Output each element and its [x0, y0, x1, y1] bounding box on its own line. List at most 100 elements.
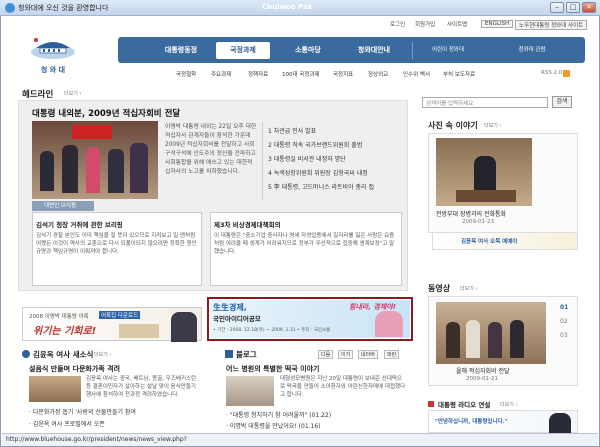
ad-title: 生生경제,: [213, 303, 247, 312]
blog-tab-daum[interactable]: 다음: [318, 350, 334, 359]
photo-story-date: 2009-01-23: [462, 219, 494, 225]
kim-news-list-item[interactable]: · 김윤옥 여사 프로필에서 오픈: [29, 419, 105, 428]
blog-list-item[interactable]: · 이명박 대통령을 만났어요! (01.16): [226, 421, 321, 430]
subnav-item[interactable]: 100대 국정과제: [282, 70, 320, 78]
search-button[interactable]: 검색: [552, 96, 572, 108]
english-button[interactable]: ENGLISH: [481, 20, 514, 28]
video-thumbnail[interactable]: [436, 302, 546, 364]
headline-main-title[interactable]: 대통령 내외분, 2009년 적십자회비 전달: [32, 107, 180, 119]
kim-news-photo[interactable]: [29, 376, 81, 402]
blog-list-item[interactable]: · "대통령 청치하기 참 어려울까" (01.22): [226, 410, 331, 419]
briefing-tab-label: 대변인 브리핑: [44, 203, 77, 209]
president-portrait: [171, 312, 197, 342]
headline-main-text: 이명박 대통령 내외는 22일 오후 대한적십자사 관계자들이 참석한 가운데 …: [165, 124, 257, 175]
minimize-button[interactable]: –: [550, 2, 564, 13]
ad-person-image: [375, 311, 403, 337]
quotes-download-tag: 어록집 다운로드: [99, 311, 141, 319]
subnav-item[interactable]: 부처 보도자료: [443, 70, 475, 78]
search-input[interactable]: 검색어를 입력하세요: [422, 97, 548, 108]
radio-banner[interactable]: "안녕하십니까, 대통령입니다.": [428, 410, 578, 434]
photo-story-title: 사진 속 이야기: [428, 121, 478, 130]
headline-list-item[interactable]: 2 대통령 직속 국가브랜드위원회 출범: [268, 140, 362, 149]
blog-head[interactable]: 어느 병원의 특별한 떡국 이야기: [226, 364, 319, 374]
briefing-tab[interactable]: 대변인 브리핑: [32, 201, 94, 211]
photo-story-image[interactable]: [436, 138, 532, 206]
nav-communication[interactable]: 소통마당: [280, 42, 336, 59]
nav-tour[interactable]: 청와대 관람: [504, 42, 560, 59]
blog-photo[interactable]: [226, 376, 274, 406]
window-titlebar: 청와대에 오신 것을 환영합니다 Chulwoo Pak – □ ✕: [0, 0, 600, 16]
headline-divider: [262, 122, 263, 200]
subnav-item[interactable]: 주요과제: [211, 70, 231, 78]
headline-list-item[interactable]: 3 대통령실 비서관 내정자 명단: [268, 154, 346, 163]
video-date: 2009-01-21: [466, 376, 498, 382]
rss-label[interactable]: RSS 2.0: [541, 70, 562, 76]
browser-status-bar: http://www.bluehouse.go.kr/president/new…: [2, 433, 598, 446]
quotes-banner[interactable]: 2008 이명박 대통령 어록 어록집 다운로드 위기는 기회로!: [22, 307, 202, 342]
brief-left-title[interactable]: 김석기 청장 거취에 관한 브리핑: [36, 219, 123, 229]
radio-title: 대통령 라디오 연설: [438, 401, 491, 409]
kim-news-text: 김윤옥 여사는 중국, 베트남, 몽골, 우즈베키스탄 등 결혼이민자가 살아하…: [86, 376, 197, 398]
nav-president-activities[interactable]: 대통령동정: [150, 42, 212, 59]
blog-title: 블로그: [236, 350, 257, 359]
maximize-button[interactable]: □: [566, 2, 580, 13]
subnav-item[interactable]: 정상외교: [368, 70, 388, 78]
subnav-item[interactable]: 정책자료: [248, 70, 268, 78]
nav-divider: [412, 42, 413, 59]
nav-kids[interactable]: 어린이 청와대: [420, 42, 476, 59]
photo-story-more-link[interactable]: 더보기 ›: [484, 122, 501, 129]
video-page-3[interactable]: 03: [560, 332, 568, 339]
quotes-slogan: 위기는 기회로!: [33, 326, 97, 337]
radio-more-link[interactable]: 더보기 ›: [500, 401, 517, 408]
kim-mini-banner-text: 김윤옥 여사 오목 예예이: [461, 239, 518, 245]
window-center-label: Chulwoo Pak: [262, 3, 313, 11]
video-page-2[interactable]: 02: [560, 318, 568, 325]
ad-period: • 기간 : 2008. 12.18(목) ~ 2009. 1.31 • 주최 …: [213, 328, 331, 333]
close-button[interactable]: ✕: [582, 2, 596, 13]
headline-list-item[interactable]: 5 李 대통령, 고드머니스 라트비아 총리 접: [268, 182, 374, 191]
kim-news-more-link[interactable]: 더보기 ›: [94, 351, 111, 358]
quotes-banner-year: 2008 이명박 대통령 어록: [29, 314, 89, 320]
subnav-item[interactable]: 인수위 백서: [403, 70, 430, 78]
kim-mini-banner[interactable]: 김윤옥 여사 오목 예예이: [432, 232, 578, 250]
status-url: http://www.bluehouse.go.kr/president/new…: [6, 436, 187, 443]
video-more-link[interactable]: 더보기 ›: [460, 285, 477, 292]
blog-tab-naver[interactable]: 네이버: [358, 350, 378, 359]
blog-tab-egloos[interactable]: 이거: [338, 350, 354, 359]
video-title: 동영상: [428, 284, 451, 293]
login-link[interactable]: 로그인: [390, 20, 405, 28]
kim-news-bullet-icon: [22, 350, 30, 358]
kim-news-head[interactable]: 설음식 만들며 다문화가족 격려: [29, 364, 120, 374]
kim-news-list-item[interactable]: · 다문화가정 돕기 '사랑의 선물만들기 참여: [29, 407, 136, 416]
headline-list-item[interactable]: 1 차관급 인사 발표: [268, 126, 316, 135]
bluehouse-building-image: [119, 324, 159, 338]
blog-tab-paran[interactable]: 파란: [384, 350, 400, 359]
sitemap-link[interactable]: 사이트맵: [447, 20, 467, 28]
bluehouse-logo[interactable]: 청 와 대: [28, 32, 78, 74]
bluehouse-emblem-icon: [31, 38, 75, 59]
blog-text: 대형성모병원은 지난 20일 대통령이 보내준 선대떡으로 떡국을 만들어 소아…: [280, 376, 406, 398]
video-caption[interactable]: 올해 적십자회비 전달: [456, 366, 510, 375]
window-title: 청와대에 오신 것을 환영합니다: [18, 4, 109, 12]
blog-icon: [225, 350, 233, 358]
old-site-button[interactable]: 노무현대통령 청와대 사이트: [515, 20, 588, 30]
radio-president-image: [549, 413, 571, 434]
headline-list-item[interactable]: 4 녹색성장위원회 위원장 김형국씨 내정: [268, 168, 368, 177]
headline-more-link[interactable]: 더보기 ›: [64, 90, 81, 97]
video-page-1[interactable]: 01: [560, 304, 568, 311]
join-link[interactable]: 회원가입: [415, 20, 435, 28]
photo-story-caption[interactable]: 전방부대 장병과의 전화통화: [436, 209, 506, 218]
subnav-item[interactable]: 국정지표: [333, 70, 353, 78]
kim-news-title: 김윤옥 여사 새소식: [33, 350, 94, 359]
brief-right-title[interactable]: 제3차 비상경제대책회의: [214, 219, 281, 229]
nav-bluehouse-guide[interactable]: 청와대안내: [344, 42, 404, 59]
economy-idea-ad[interactable]: 生生경제, 국민아이디어공모 • 기간 : 2008. 12.18(목) ~ 2…: [207, 297, 413, 341]
radio-bullet-icon: [428, 401, 434, 407]
subnav-item[interactable]: 국정철학: [176, 70, 196, 78]
nav-national-tasks[interactable]: 국정과제: [216, 42, 270, 59]
headline-main-photo[interactable]: [32, 121, 158, 199]
ie-icon: [5, 3, 15, 13]
rss-icon[interactable]: [563, 70, 570, 77]
headline-title: 헤드라인: [22, 90, 54, 100]
logo-text: 청 와 대: [40, 66, 66, 74]
